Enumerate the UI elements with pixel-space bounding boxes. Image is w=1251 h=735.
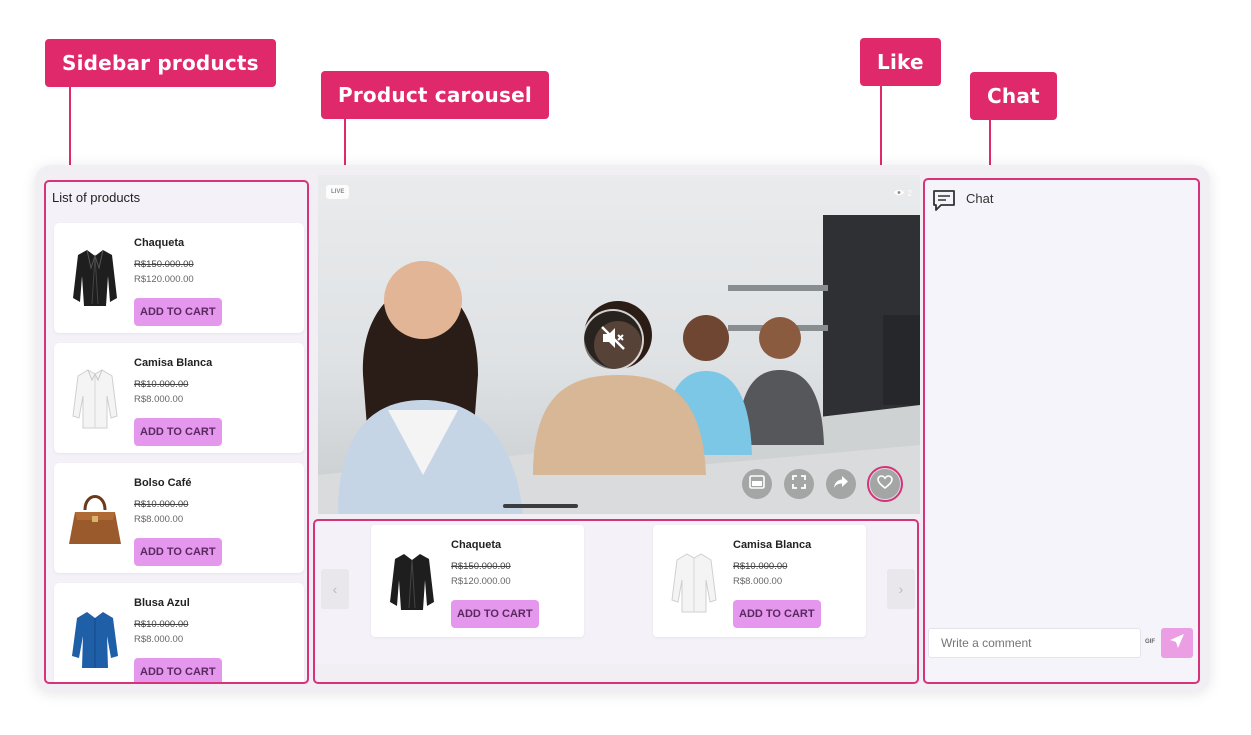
viewer-count-value: 2 [907, 189, 912, 198]
fullscreen-button[interactable] [784, 469, 814, 499]
callout-product-carousel: Product carousel [321, 71, 549, 119]
callout-like: Like [860, 38, 941, 86]
share-icon [833, 475, 849, 494]
picture-in-picture-icon [749, 474, 765, 494]
eye-icon [893, 189, 904, 198]
stage: Sidebar products Product carousel Like C… [0, 0, 1251, 735]
like-highlight [867, 466, 903, 502]
picture-in-picture-button[interactable] [742, 469, 772, 499]
live-video[interactable]: LIVE 2 [318, 175, 920, 514]
muted-speaker-icon [598, 323, 628, 358]
carousel-highlight [313, 519, 919, 684]
callout-sidebar-products: Sidebar products [45, 39, 276, 87]
share-button[interactable] [826, 469, 856, 499]
viewer-count: 2 [893, 189, 912, 198]
fullscreen-icon [792, 474, 806, 494]
chat-highlight [923, 178, 1200, 684]
live-badge: LIVE [326, 185, 350, 199]
unmute-button[interactable] [582, 309, 644, 371]
sidebar-highlight [44, 180, 309, 684]
callout-chat: Chat [970, 72, 1057, 120]
